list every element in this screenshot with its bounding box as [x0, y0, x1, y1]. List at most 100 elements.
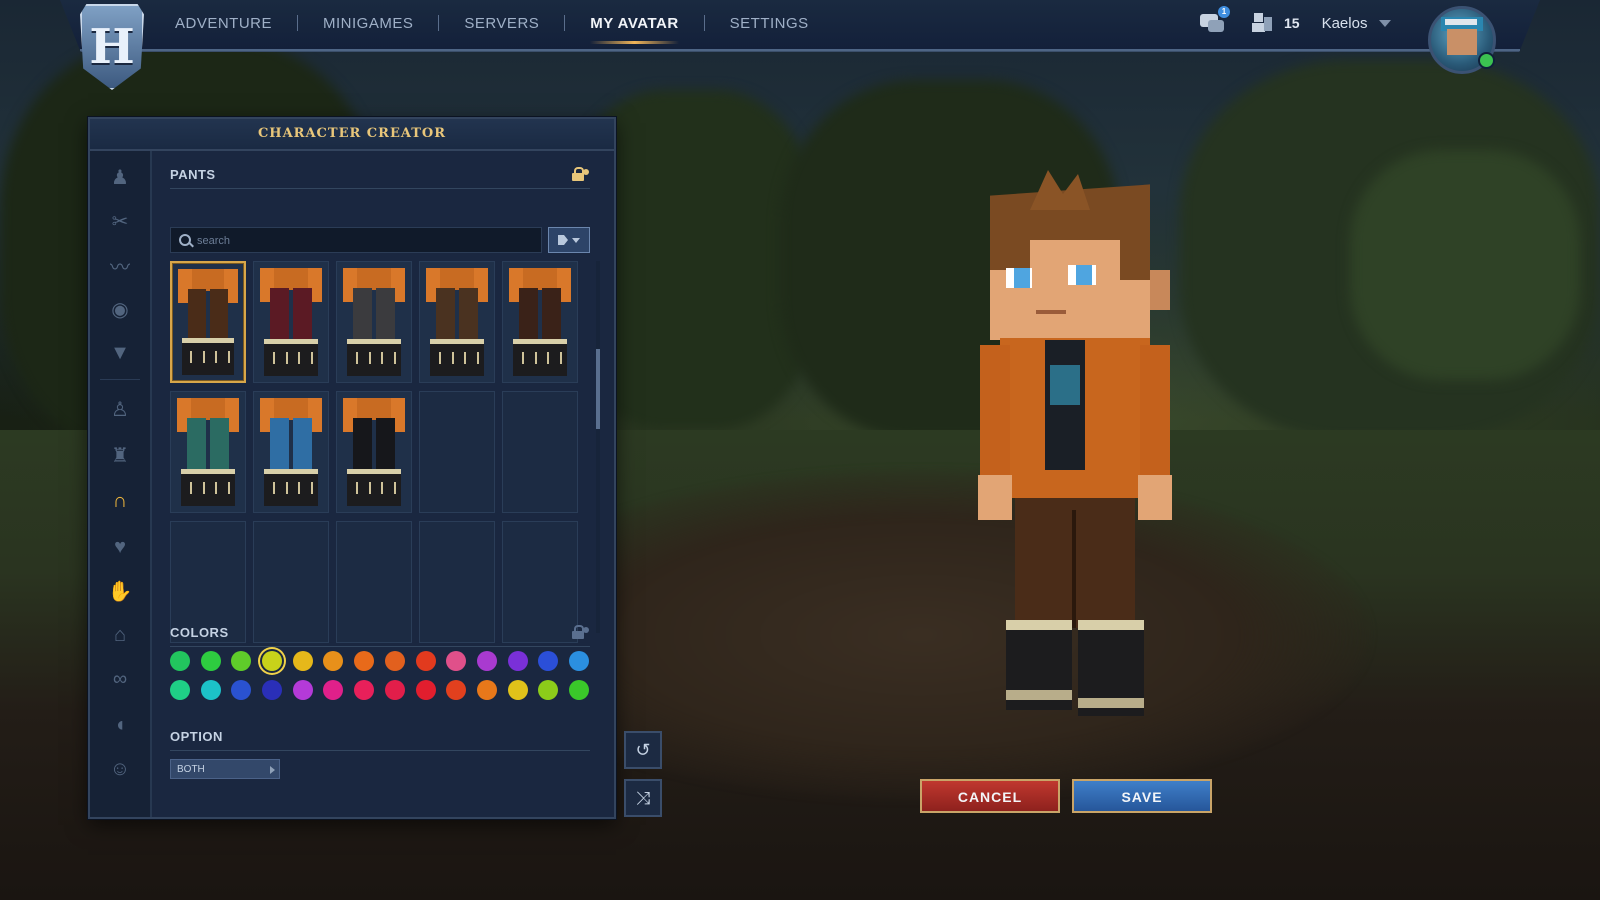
- color-swatch[interactable]: [507, 680, 528, 700]
- scissors-icon[interactable]: ✂: [108, 209, 132, 233]
- body-icon[interactable]: ♟: [108, 165, 132, 189]
- pants-item-grey-pants[interactable]: [336, 261, 412, 383]
- pants-scrollbar[interactable]: [596, 261, 600, 633]
- eye-icon[interactable]: ◉: [108, 297, 132, 321]
- pants-item-blue-jeans[interactable]: [253, 391, 329, 513]
- gloves-icon[interactable]: ✋: [108, 579, 133, 603]
- section-divider: [170, 188, 590, 189]
- empty-slot: [502, 391, 578, 513]
- color-swatch[interactable]: [476, 651, 497, 671]
- pants-preview: [177, 398, 239, 506]
- color-swatches: [170, 651, 590, 700]
- color-swatch[interactable]: [262, 680, 283, 700]
- main-nav: ADVENTURE MINIGAMES SERVERS MY AVATAR SE…: [150, 0, 834, 46]
- pants-item-black-pants[interactable]: [336, 391, 412, 513]
- color-swatch[interactable]: [231, 651, 252, 671]
- chat-icon[interactable]: 1: [1200, 6, 1230, 34]
- color-swatch[interactable]: [446, 651, 467, 671]
- pants-preview: [426, 268, 488, 376]
- save-button[interactable]: SAVE: [1072, 779, 1212, 813]
- face-icon[interactable]: ☺: [108, 757, 132, 781]
- color-swatch[interactable]: [415, 680, 436, 700]
- nav-minigames[interactable]: MINIGAMES: [298, 15, 438, 32]
- game-logo[interactable]: H: [80, 4, 144, 90]
- empty-slot: [419, 391, 495, 513]
- pants-preview: [260, 398, 322, 506]
- color-swatch[interactable]: [170, 680, 190, 700]
- color-swatch[interactable]: [568, 651, 589, 671]
- colors-section-title: COLORS: [170, 625, 229, 640]
- unlock-icon[interactable]: [572, 167, 589, 181]
- nav-servers[interactable]: SERVERS: [439, 15, 564, 32]
- color-swatch[interactable]: [384, 680, 405, 700]
- glasses-icon[interactable]: ∞: [108, 667, 132, 691]
- nav-my-avatar[interactable]: MY AVATAR: [565, 15, 703, 44]
- pants-item-brown-striped-pants[interactable]: [419, 261, 495, 383]
- color-swatch[interactable]: [507, 651, 528, 671]
- friends-icon[interactable]: [1252, 13, 1272, 33]
- color-swatch[interactable]: [415, 651, 436, 671]
- color-swatch[interactable]: [538, 680, 559, 700]
- option-value: BOTH: [177, 764, 205, 775]
- color-swatch[interactable]: [354, 680, 375, 700]
- pants-preview: [178, 269, 238, 375]
- shoes-icon[interactable]: ♥: [108, 535, 132, 559]
- undershirt-icon[interactable]: ♙: [108, 397, 132, 421]
- color-swatch[interactable]: [292, 680, 313, 700]
- pants-item-leather-outfit[interactable]: [502, 261, 578, 383]
- tag-icon: [558, 235, 568, 245]
- tag-filter-button[interactable]: [548, 227, 590, 253]
- color-swatch[interactable]: [231, 680, 252, 700]
- empty-slot: [253, 521, 329, 643]
- undo-button[interactable]: ↺: [624, 731, 662, 769]
- sidebar-divider: [100, 379, 140, 380]
- unlock-icon[interactable]: [572, 625, 589, 639]
- hat-icon[interactable]: ⌂: [108, 623, 132, 647]
- search-input[interactable]: [195, 231, 529, 251]
- color-swatch[interactable]: [170, 651, 190, 671]
- empty-slot: [502, 521, 578, 643]
- beard-icon[interactable]: ▼: [108, 341, 132, 365]
- color-swatch[interactable]: [538, 651, 559, 671]
- color-swatch[interactable]: [384, 651, 405, 671]
- color-swatch[interactable]: [200, 680, 221, 700]
- color-swatch[interactable]: [262, 651, 283, 671]
- pants-item-maroon-pants[interactable]: [253, 261, 329, 383]
- chevron-down-icon[interactable]: [1379, 19, 1392, 27]
- option-select[interactable]: BOTH: [170, 759, 280, 779]
- eyebrows-icon[interactable]: 〰: [108, 253, 132, 279]
- color-swatch[interactable]: [476, 680, 497, 700]
- nav-adventure[interactable]: ADVENTURE: [150, 15, 297, 32]
- pants-item-brown-pants[interactable]: [170, 261, 246, 383]
- top-nav-divider: [80, 49, 1520, 51]
- color-swatch[interactable]: [568, 680, 589, 700]
- character-preview[interactable]: [970, 170, 1190, 730]
- color-swatch[interactable]: [292, 651, 313, 671]
- color-swatch[interactable]: [323, 680, 344, 700]
- character-creator-panel: CHARACTER CREATOR ♟ ✂ 〰 ◉ ▼ ♙ ♜ ∩ ♥ ✋ ⌂ …: [88, 117, 616, 819]
- ear-icon[interactable]: ◖: [108, 713, 132, 737]
- empty-slot: [419, 521, 495, 643]
- section-divider: [170, 750, 590, 751]
- color-swatch[interactable]: [446, 680, 467, 700]
- randomize-button[interactable]: ⤨: [624, 779, 662, 817]
- username-dropdown[interactable]: Kaelos: [1322, 15, 1368, 32]
- pants-item-teal-pants[interactable]: [170, 391, 246, 513]
- section-divider: [170, 646, 590, 647]
- search-icon: [179, 234, 191, 246]
- overtop-icon[interactable]: ♜: [108, 443, 132, 467]
- color-swatch[interactable]: [354, 651, 375, 671]
- friends-count: 15: [1284, 15, 1300, 31]
- color-swatch[interactable]: [323, 651, 344, 671]
- cancel-button[interactable]: CANCEL: [920, 779, 1060, 813]
- chat-notification-badge: 1: [1218, 6, 1230, 18]
- pants-section-title: PANTS: [170, 167, 216, 182]
- pants-preview: [260, 268, 322, 376]
- option-section-title: OPTION: [170, 729, 223, 744]
- pants-icon[interactable]: ∩: [108, 489, 132, 513]
- color-swatch[interactable]: [200, 651, 221, 671]
- pants-preview: [343, 268, 405, 376]
- category-sidebar: ♟ ✂ 〰 ◉ ▼ ♙ ♜ ∩ ♥ ✋ ⌂ ∞ ◖ ☺: [90, 151, 152, 817]
- nav-settings[interactable]: SETTINGS: [705, 15, 834, 32]
- scrollbar-thumb[interactable]: [596, 349, 600, 429]
